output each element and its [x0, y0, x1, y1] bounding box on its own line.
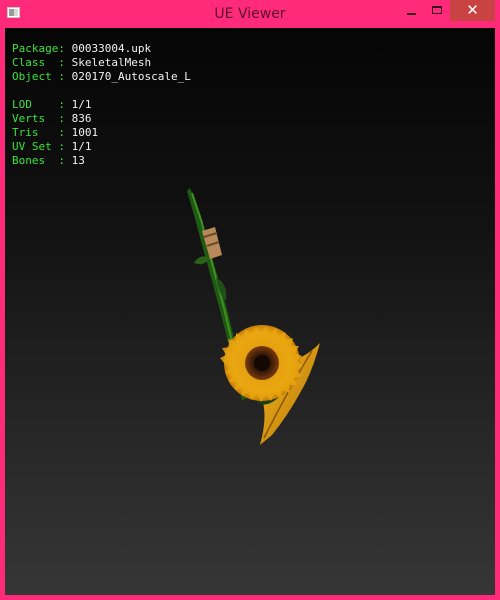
minimize-button[interactable]	[398, 0, 424, 21]
info-value: SkeletalMesh	[71, 56, 152, 69]
info-value: 1/1	[71, 140, 92, 153]
info-value: 1001	[71, 126, 99, 139]
minimize-icon	[407, 13, 416, 15]
ue-viewer-window: UE Viewer ✕ Package: 00033004.upk Class …	[0, 0, 500, 600]
info-key: LOD :	[12, 98, 65, 111]
title-bar[interactable]: UE Viewer ✕	[0, 0, 500, 28]
info-key: Tris :	[12, 126, 65, 139]
info-row-verts: Verts : 836	[12, 112, 191, 126]
info-value: 836	[71, 112, 92, 125]
flower-center-core	[254, 355, 270, 371]
info-value: 1/1	[71, 98, 92, 111]
close-icon: ✕	[466, 1, 479, 19]
info-value: 13	[71, 154, 85, 167]
mesh-info-overlay: Package: 00033004.upk Class : SkeletalMe…	[12, 42, 191, 168]
info-key: Bones :	[12, 154, 65, 167]
info-key: UV Set :	[12, 140, 65, 153]
info-value: 00033004.upk	[71, 42, 152, 55]
info-key: Verts :	[12, 112, 65, 125]
maximize-icon	[432, 6, 442, 14]
3d-viewport[interactable]: Package: 00033004.upk Class : SkeletalMe…	[5, 28, 495, 595]
info-row-tris: Tris : 1001	[12, 126, 191, 140]
close-button[interactable]: ✕	[450, 0, 495, 21]
info-value: 020170_Autoscale_L	[71, 70, 191, 83]
info-row-package: Package: 00033004.upk	[12, 42, 191, 56]
sunflower-mesh-render	[187, 188, 320, 445]
info-row-lod: LOD : 1/1	[12, 98, 191, 112]
info-row-uv-set: UV Set : 1/1	[12, 140, 191, 154]
info-row-class: Class : SkeletalMesh	[12, 56, 191, 70]
maximize-button[interactable]	[424, 0, 450, 21]
info-key: Class :	[12, 56, 65, 69]
info-row-object: Object : 020170_Autoscale_L	[12, 70, 191, 84]
info-key: Package:	[12, 42, 65, 55]
info-key: Object :	[12, 70, 65, 83]
info-row-bones: Bones : 13	[12, 154, 191, 168]
